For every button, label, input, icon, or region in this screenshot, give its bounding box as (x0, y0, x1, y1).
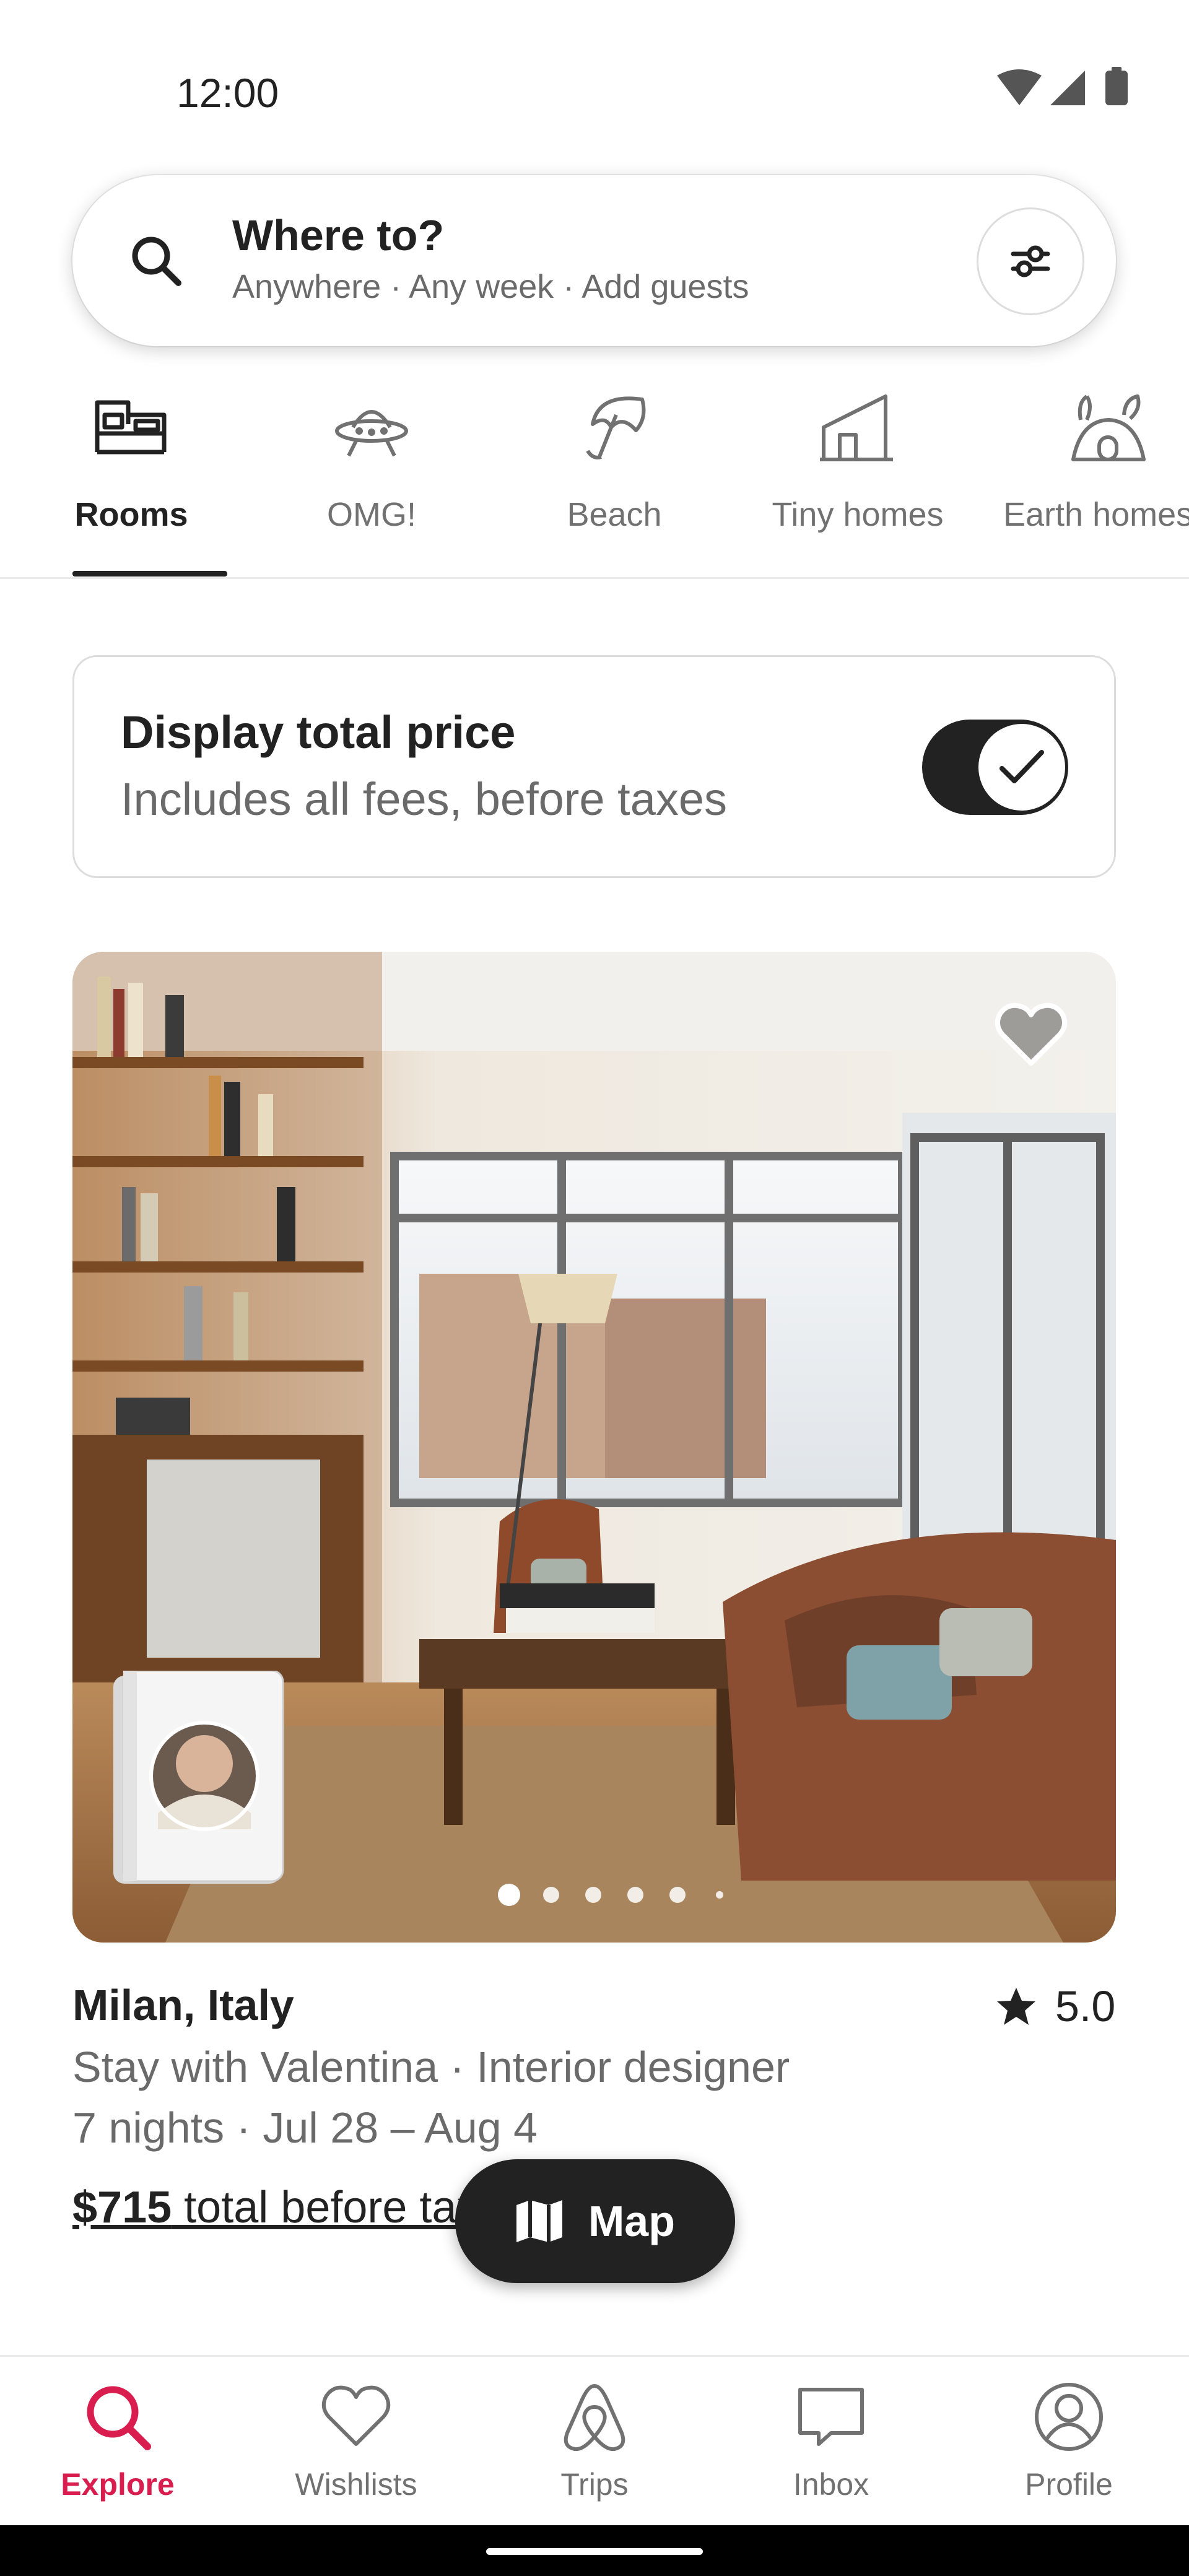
active-category-indicator (72, 571, 227, 577)
nav-profile[interactable]: Profile (995, 2380, 1143, 2502)
cellular-signal-icon (1050, 71, 1085, 105)
message-icon (798, 2388, 864, 2446)
price-amount: $715 (72, 2183, 172, 2232)
wifi-icon (997, 69, 1042, 105)
category-earth-homes[interactable]: Earth homes (1003, 390, 1189, 576)
photo-pagination-dots (498, 1884, 723, 1906)
ufo-icon (335, 410, 408, 457)
search-bar[interactable] (72, 175, 1116, 346)
listing-location[interactable]: Milan, Italy (72, 1980, 294, 2030)
listing-dates: 7 nights · Jul 28 – Aug 4 (72, 2104, 538, 2152)
price-suffix: total before taxes (184, 2183, 469, 2232)
status-icons (997, 67, 1128, 105)
nav-label: Trips (560, 2467, 629, 2502)
category-label: OMG! (327, 496, 416, 533)
map-label: Map (588, 2197, 675, 2245)
search-icon (132, 237, 181, 286)
category-label: Rooms (74, 496, 188, 533)
search-icon (87, 2386, 151, 2450)
nav-explore[interactable]: Explore (43, 2380, 192, 2502)
map-button[interactable]: Map (455, 2159, 735, 2283)
beach-umbrella-icon (586, 396, 646, 459)
earth-home-icon (1071, 394, 1146, 461)
category-tiny-homes[interactable]: Tiny homes (759, 390, 957, 576)
status-time: 12:00 (176, 70, 279, 116)
category-beach[interactable]: Beach (540, 390, 689, 576)
nav-inbox[interactable]: Inbox (757, 2380, 905, 2502)
listing-host: Stay with Valentina · Interior designer (72, 2043, 790, 2091)
nav-label: Inbox (793, 2467, 869, 2502)
tiny-home-icon (820, 394, 893, 461)
host-avatar-book (113, 1671, 284, 1884)
nav-label: Profile (1025, 2467, 1113, 2502)
battery-icon (1105, 71, 1128, 105)
category-label: Beach (567, 496, 662, 533)
map-icon (516, 2200, 562, 2242)
total-price-subtitle: Includes all fees, before taxes (121, 773, 728, 825)
nav-label: Wishlists (295, 2467, 417, 2502)
nav-label: Explore (61, 2467, 175, 2502)
listing-price[interactable]: $715 total before taxes (72, 2182, 469, 2233)
star-icon (997, 1988, 1035, 2025)
total-price-title: Display total price (121, 707, 516, 758)
home-gesture-handle[interactable] (486, 2548, 703, 2555)
toggle-knob[interactable] (978, 724, 1065, 811)
checkmark-icon (1000, 750, 1044, 783)
wishlist-heart-icon[interactable] (994, 1000, 1068, 1068)
filters-button[interactable] (977, 207, 1084, 315)
category-label: Earth homes (1003, 496, 1189, 533)
search-title[interactable]: Where to? (232, 211, 444, 260)
airbnb-logo-icon (564, 2384, 625, 2452)
status-bar: 12:00 (0, 0, 1189, 152)
category-label: Tiny homes (772, 496, 944, 533)
rating-value: 5.0 (1055, 1982, 1116, 2030)
filter-icon (1011, 245, 1050, 277)
listing-rating: 5.0 (996, 1980, 1115, 2032)
bed-icon (95, 400, 167, 455)
nav-wishlists[interactable]: Wishlists (282, 2380, 430, 2502)
search-subtitle[interactable]: Anywhere · Any week · Add guests (232, 268, 749, 306)
category-omg[interactable]: OMG! (297, 390, 446, 576)
category-rooms[interactable]: Rooms (57, 390, 206, 576)
nav-trips[interactable]: Trips (520, 2380, 669, 2502)
heart-icon (321, 2385, 391, 2446)
profile-icon (1035, 2383, 1103, 2451)
